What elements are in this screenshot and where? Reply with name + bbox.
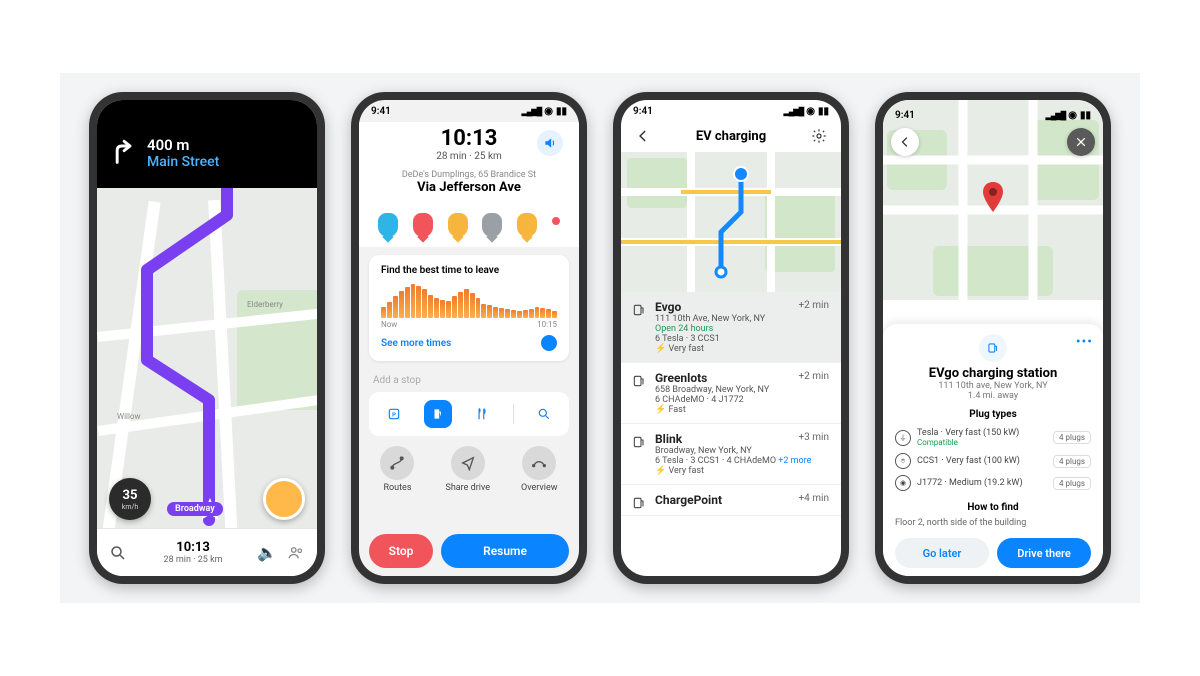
map-canvas[interactable]: [621, 152, 841, 292]
plug-icon: ◉: [895, 475, 911, 491]
drive-there-button[interactable]: Drive there: [997, 538, 1091, 568]
nav-instruction-banner[interactable]: 400 m Main Street: [97, 100, 317, 188]
traffic-histogram: [381, 282, 557, 318]
via-route: Via Jefferson Ave: [371, 180, 567, 195]
charger-item-blink[interactable]: Blink Broadway, New York, NY 6 Tesla · 3…: [621, 424, 841, 485]
food-chip[interactable]: [468, 400, 496, 428]
svg-text:P: P: [392, 412, 396, 418]
station-sheet[interactable]: ••• EVgo charging station 111 10th ave, …: [883, 324, 1103, 576]
expand-icon[interactable]: [541, 335, 557, 351]
charger-item-chargepoint[interactable]: ChargePoint +4 min: [621, 485, 841, 516]
alert-pin-icon[interactable]: [482, 213, 502, 237]
friends-icon[interactable]: [285, 542, 307, 564]
add-stop-input[interactable]: Add a stop: [359, 369, 579, 392]
nav-distance: 400 m: [147, 136, 219, 154]
plug-icon: ⏚: [895, 430, 911, 446]
map-canvas[interactable]: [883, 100, 1103, 300]
turn-right-icon: [109, 139, 137, 167]
share-icon: [451, 446, 485, 480]
plug-icon: ⌾: [895, 453, 911, 469]
overview-icon: [522, 446, 556, 480]
parking-chip[interactable]: P: [380, 400, 408, 428]
eta-time: 10:13: [137, 540, 249, 555]
station-distance: 1.4 mi. away: [895, 391, 1091, 401]
more-menu-button[interactable]: •••: [1076, 334, 1093, 350]
charger-item-greenlots[interactable]: Greenlots 658 Broadway, New York, NY 6 C…: [621, 363, 841, 424]
how-to-find-heading: How to find: [895, 502, 1091, 513]
page-title: EV charging: [696, 129, 766, 144]
back-button[interactable]: [633, 126, 653, 146]
route-alerts-row[interactable]: [371, 205, 567, 237]
station-icon: [979, 334, 1007, 362]
plug-row-ccs1[interactable]: ⌾ CCS1 · Very fast (100 kW) 4 plugs: [895, 450, 1091, 472]
charger-item-evgo[interactable]: Evgo 111 10th Ave, New York, NY Open 24 …: [621, 292, 841, 363]
current-road-badge: Broadway: [167, 502, 223, 516]
close-button[interactable]: [1067, 128, 1095, 156]
eta-bar[interactable]: 10:13 28 min · 25 km 🔈: [97, 528, 317, 576]
overview-button[interactable]: Overview: [521, 446, 557, 493]
arrival-detail: 28 min · 25 km: [371, 151, 567, 162]
see-more-times-link[interactable]: See more times: [381, 338, 451, 349]
arrival-summary: 10:13 28 min · 25 km: [371, 126, 567, 162]
gas-chip[interactable]: [424, 400, 452, 428]
charger-icon: [631, 434, 647, 450]
share-drive-button[interactable]: Share drive: [445, 446, 490, 493]
charger-icon: [631, 495, 647, 511]
search-icon[interactable]: [107, 542, 129, 564]
sound-button[interactable]: [537, 130, 563, 156]
destination-name: DeDe's Dumplings, 65 Brandice St: [371, 170, 567, 180]
station-name: EVgo charging station: [895, 366, 1091, 381]
charger-icon: [631, 302, 647, 318]
nav-street: Main Street: [147, 154, 219, 170]
routes-icon: [380, 446, 414, 480]
map-pin-icon: [981, 182, 1005, 212]
stop-button[interactable]: Stop: [369, 534, 433, 568]
sound-toggle-icon[interactable]: 🔈: [257, 543, 277, 562]
routes-button[interactable]: Routes: [380, 446, 414, 493]
status-time: 9:41: [633, 106, 653, 117]
phone-nav: Elderberry Willow 9:41 ▂▄▆█◉▮▮ 400 m Mai…: [89, 92, 325, 584]
charger-icon: [631, 373, 647, 389]
status-bar: 9:41 ▂▄▆█◉▮▮: [621, 100, 841, 122]
station-address: 111 10th ave, New York, NY: [895, 381, 1091, 391]
status-bar: 9:41 ▂▄▆█◉▮▮: [359, 100, 579, 122]
phone-station-detail: 9:41 ▂▄▆█◉▮▮ ••• EVgo charging station 1…: [875, 92, 1111, 584]
charger-list[interactable]: Evgo 111 10th Ave, New York, NY Open 24 …: [621, 292, 841, 516]
plug-row-j1772[interactable]: ◉ J1772 · Medium (19.2 kW) 4 plugs: [895, 472, 1091, 494]
phone-route-overview: 9:41 ▂▄▆█◉▮▮ 10:13 28 min · 25 km DeDe's…: [351, 92, 587, 584]
back-button[interactable]: [891, 128, 919, 156]
status-time: 9:41: [895, 110, 915, 121]
resume-button[interactable]: Resume: [441, 534, 569, 568]
search-chip[interactable]: [530, 400, 558, 428]
status-time: 9:41: [371, 106, 391, 117]
settings-button[interactable]: [809, 126, 829, 146]
plug-types-heading: Plug types: [895, 409, 1091, 420]
alert-pin-icon[interactable]: [413, 213, 433, 237]
go-later-button[interactable]: Go later: [895, 538, 989, 568]
how-to-find-text: Floor 2, north side of the building: [895, 518, 1091, 528]
status-bar: 9:41 ▂▄▆█◉▮▮: [883, 104, 1103, 126]
phone-showcase: Elderberry Willow 9:41 ▂▄▆█◉▮▮ 400 m Mai…: [60, 73, 1140, 603]
alert-pin-icon[interactable]: [448, 213, 468, 237]
plug-row-tesla[interactable]: ⏚ Tesla · Very fast (150 kW) Compatible …: [895, 425, 1091, 450]
stop-category-row: P: [369, 392, 569, 436]
destination-dot-icon: [552, 217, 560, 225]
speed-indicator[interactable]: 35 km/h: [109, 478, 151, 520]
report-button[interactable]: [263, 478, 305, 520]
eta-detail: 28 min · 25 km: [137, 555, 249, 565]
alert-pin-icon[interactable]: [378, 213, 398, 237]
best-time-title: Find the best time to leave: [381, 265, 557, 276]
phone-ev-list: 9:41 ▂▄▆█◉▮▮ EV charging: [613, 92, 849, 584]
best-time-card[interactable]: Find the best time to leave Now10:15 See…: [369, 255, 569, 361]
alert-pin-icon[interactable]: [517, 213, 537, 237]
